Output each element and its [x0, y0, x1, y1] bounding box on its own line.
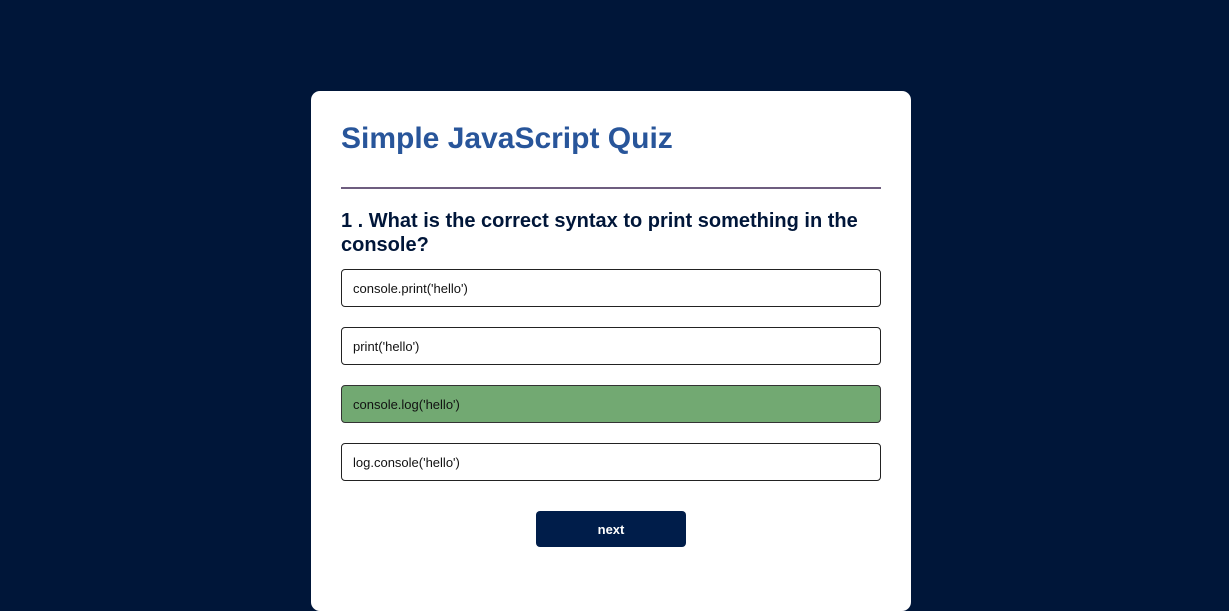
quiz-card: Simple JavaScript Quiz 1 . What is the c… — [311, 91, 911, 611]
answer-option-1[interactable]: console.print('hello') — [341, 269, 881, 307]
quiz-title: Simple JavaScript Quiz — [341, 122, 673, 155]
title-divider — [341, 187, 881, 189]
answer-option-2[interactable]: print('hello') — [341, 327, 881, 365]
question-text: 1 . What is the correct syntax to print … — [341, 210, 858, 256]
answer-option-3[interactable]: console.log('hello') — [341, 385, 881, 423]
answer-option-4[interactable]: log.console('hello') — [341, 443, 881, 481]
next-button[interactable]: next — [536, 511, 686, 547]
